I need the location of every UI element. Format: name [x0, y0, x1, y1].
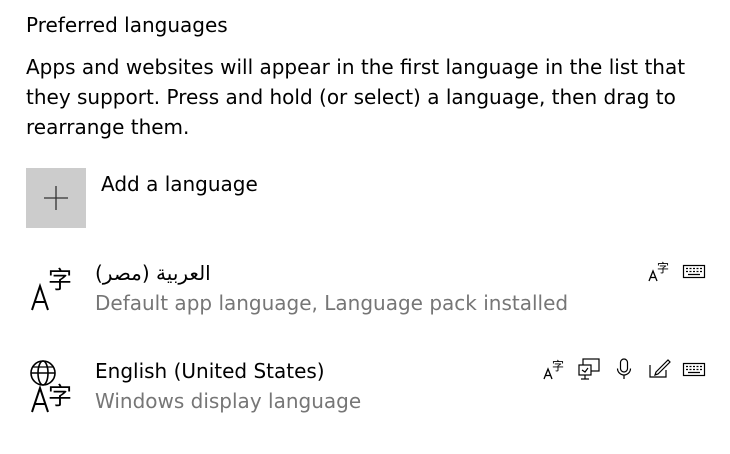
- keyboard-icon: [681, 356, 706, 381]
- section-title: Preferred languages: [26, 13, 228, 37]
- add-language-button[interactable]: Add a language: [26, 168, 258, 228]
- svg-text:字: 字: [552, 358, 564, 373]
- svg-text:字: 字: [657, 260, 669, 275]
- language-item-arabic-egypt[interactable]: 字 العربية (مصر) Default app language, La…: [26, 258, 706, 322]
- language-description: Windows display language: [95, 389, 362, 413]
- language-name: العربية (مصر): [95, 261, 211, 285]
- svg-text:字: 字: [48, 382, 72, 410]
- language-item-english-us[interactable]: 字 English (United States) Windows displa…: [26, 356, 706, 420]
- add-language-tile[interactable]: [26, 168, 86, 228]
- plus-icon: [43, 185, 69, 211]
- language-features: 字: [646, 258, 706, 283]
- add-language-label: Add a language: [101, 172, 258, 196]
- display-language-icon: 字: [26, 358, 82, 414]
- language-pack-icon: 字: [541, 356, 566, 381]
- language-name: English (United States): [95, 359, 325, 383]
- svg-text:字: 字: [48, 266, 72, 294]
- keyboard-icon: [681, 258, 706, 283]
- language-features: 字: [541, 356, 706, 381]
- section-description: Apps and websites will appear in the fir…: [26, 55, 686, 139]
- language-description: Default app language, Language pack inst…: [95, 291, 569, 315]
- language-icon: 字: [26, 260, 82, 316]
- language-pack-icon: 字: [646, 258, 671, 283]
- speech-recognition-icon: [611, 356, 636, 381]
- handwriting-icon: [646, 356, 671, 381]
- text-to-speech-icon: [576, 356, 601, 381]
